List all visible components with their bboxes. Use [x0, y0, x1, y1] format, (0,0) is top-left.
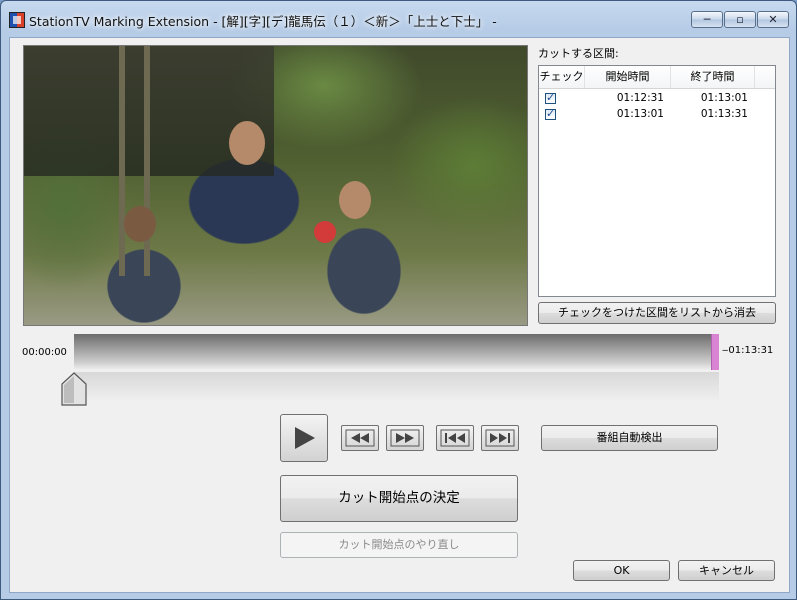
- play-icon: [295, 427, 315, 449]
- title-bar[interactable]: StationTV Marking Extension - [解][字][デ]龍…: [1, 1, 796, 37]
- rewind-button[interactable]: [341, 425, 379, 451]
- video-scene-face: [339, 181, 371, 219]
- video-scene-face: [124, 206, 156, 242]
- checkmark-icon: ✓: [546, 107, 556, 120]
- row-end-time: 01:13:01: [700, 92, 748, 104]
- app-window: StationTV Marking Extension - [解][字][デ]龍…: [0, 0, 797, 600]
- app-icon: [9, 12, 25, 28]
- minimize-icon: ─: [703, 13, 711, 26]
- cancel-button[interactable]: キャンセル: [678, 560, 775, 581]
- timeline-end-time-value: 01:13:31: [728, 345, 774, 356]
- cut-list-row[interactable]: ✓ 01:12:31 01:13:01: [539, 91, 775, 107]
- cut-list[interactable]: チェック 開始時間 終了時間 ✓ 01:12:31 01:13:01 ✓ 01:…: [538, 65, 776, 297]
- close-button[interactable]: ✕: [757, 11, 789, 28]
- row-start-time: 01:13:01: [616, 108, 664, 120]
- auto-detect-button[interactable]: 番組自動検出: [541, 425, 718, 451]
- row-end-time: 01:13:31: [700, 108, 748, 120]
- ok-button[interactable]: OK: [573, 560, 670, 581]
- window-title: StationTV Marking Extension - [解][字][デ]龍…: [29, 14, 497, 29]
- video-scene-face: [229, 121, 265, 165]
- row-start-time: 01:12:31: [616, 92, 664, 104]
- video-scene-flower: [314, 221, 336, 243]
- timeline-start-time: 00:00:00: [22, 347, 67, 358]
- rewind-icon: [345, 429, 375, 447]
- column-header-end[interactable]: 終了時間: [671, 66, 755, 88]
- cut-list-header: チェック 開始時間 終了時間: [539, 66, 775, 89]
- fast-forward-icon: [390, 429, 420, 447]
- timeline-end-time: ‒01:13:31: [722, 345, 774, 356]
- maximize-icon: ▫: [736, 13, 744, 26]
- skip-to-start-button[interactable]: [436, 425, 474, 451]
- minimize-button[interactable]: ─: [691, 11, 723, 28]
- maximize-button[interactable]: ▫: [724, 11, 756, 28]
- close-icon: ✕: [768, 13, 778, 26]
- timeline-track[interactable]: [74, 334, 719, 370]
- skip-forward-icon: [485, 429, 515, 447]
- video-scene-pole: [119, 46, 125, 276]
- column-header-check[interactable]: チェック: [539, 66, 585, 88]
- skip-to-end-button[interactable]: [481, 425, 519, 451]
- checkmark-icon: ✓: [546, 91, 556, 104]
- row-checkbox[interactable]: ✓: [545, 107, 556, 120]
- cut-region-marker: [711, 334, 719, 370]
- row-checkbox[interactable]: ✓: [545, 91, 556, 104]
- cut-list-row[interactable]: ✓ 01:13:01 01:13:31: [539, 107, 775, 123]
- dialog-body: カットする区間: チェック 開始時間 終了時間 ✓ 01:12:31 01:13…: [9, 37, 790, 593]
- play-button[interactable]: [280, 414, 328, 462]
- set-cut-start-button[interactable]: カット開始点の決定: [280, 475, 518, 522]
- redo-cut-start-button[interactable]: カット開始点のやり直し: [280, 532, 518, 558]
- timeline-reflection: [74, 372, 719, 402]
- fast-forward-button[interactable]: [386, 425, 424, 451]
- cut-list-label: カットする区間:: [538, 47, 619, 60]
- remove-checked-button[interactable]: チェックをつけた区間をリストから消去: [538, 302, 776, 324]
- video-preview: [23, 45, 528, 326]
- position-slider-thumb[interactable]: [61, 372, 87, 406]
- column-header-start[interactable]: 開始時間: [585, 66, 671, 88]
- video-scene-pole: [144, 46, 150, 276]
- skip-back-icon: [440, 429, 470, 447]
